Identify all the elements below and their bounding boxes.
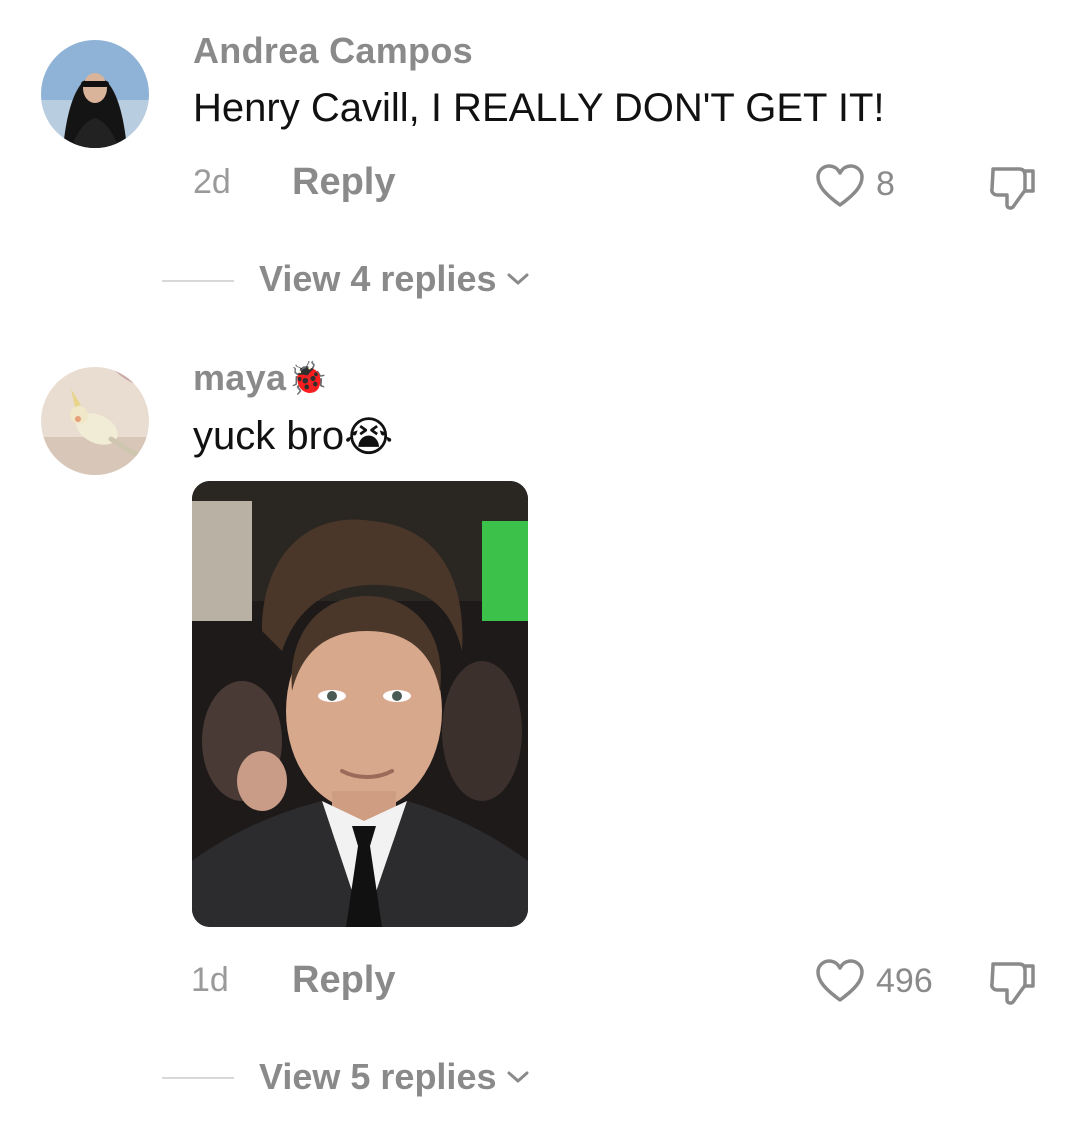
comment-timestamp: 1d (191, 961, 229, 999)
view-replies-button[interactable]: View 5 replies (259, 1056, 530, 1098)
crying-emoji: 😭 (344, 413, 394, 460)
heart-outline-icon[interactable] (815, 958, 865, 1004)
thumbs-down-icon[interactable] (987, 958, 1039, 1006)
heart-outline-icon[interactable] (815, 163, 865, 209)
avatar-maya[interactable] (41, 367, 149, 475)
comment-text: yuck bro 😭 (193, 412, 393, 461)
comment-username[interactable]: maya 🐞 (193, 357, 328, 399)
like-count: 496 (876, 962, 933, 1000)
view-replies-label: View 4 replies (259, 258, 497, 299)
reply-button[interactable]: Reply (292, 161, 395, 204)
view-replies-label: View 5 replies (259, 1056, 497, 1097)
chevron-down-icon (506, 1069, 530, 1085)
avatar-andrea-campos[interactable] (41, 40, 149, 148)
chevron-down-icon (506, 271, 530, 287)
comment-text: Henry Cavill, I REALLY DON'T GET IT! (193, 86, 885, 130)
replies-divider (162, 280, 234, 282)
comment-attached-photo[interactable] (192, 481, 528, 927)
thumbs-down-icon[interactable] (987, 163, 1039, 211)
comment-username[interactable]: Andrea Campos (193, 30, 473, 72)
reply-button[interactable]: Reply (292, 959, 395, 1002)
ladybug-emoji: 🐞 (288, 360, 329, 396)
view-replies-button[interactable]: View 4 replies (259, 258, 530, 300)
username-text: maya (193, 357, 287, 398)
replies-divider (162, 1077, 234, 1079)
like-count: 8 (876, 165, 895, 203)
comment-text-content: yuck bro (193, 414, 345, 458)
comment-timestamp: 2d (193, 163, 231, 201)
